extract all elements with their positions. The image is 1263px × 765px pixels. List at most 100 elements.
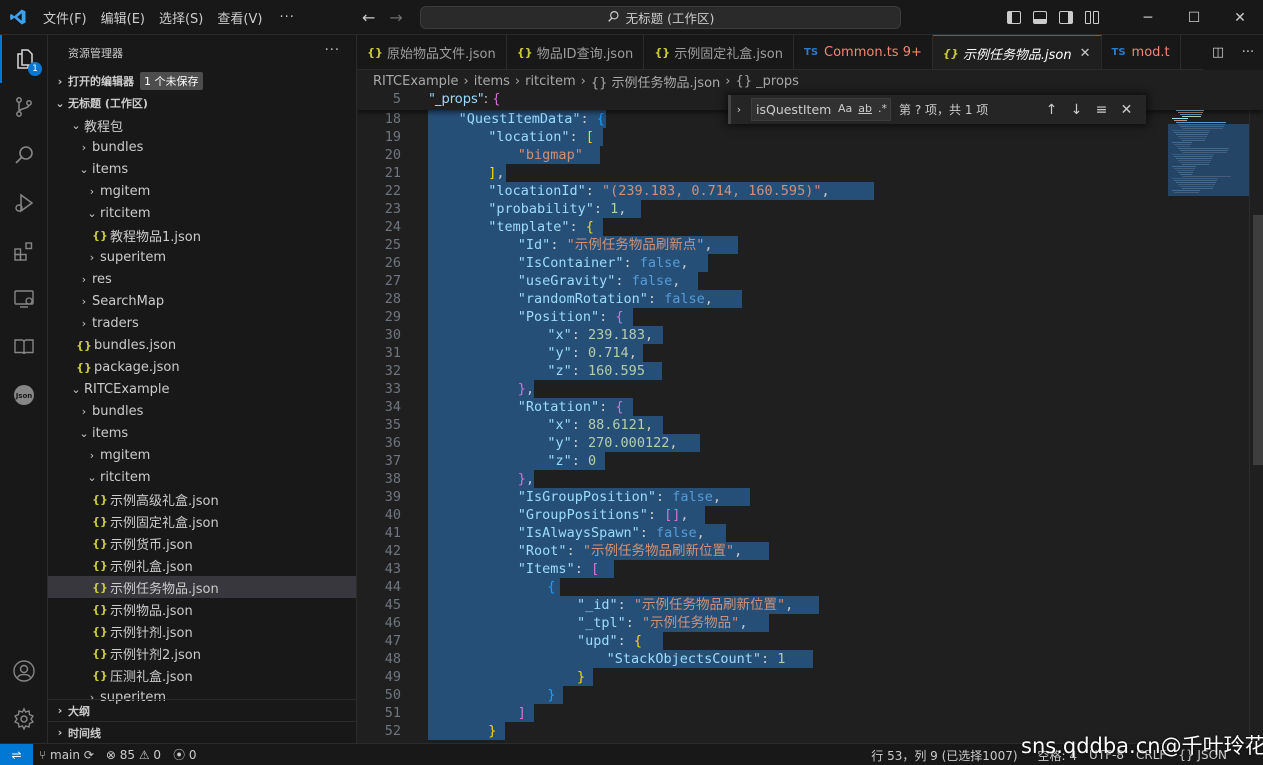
code-line[interactable]: 45 "_id": "示例任务物品刷新位置", <box>357 596 1263 614</box>
editor-tab[interactable]: {} 示例固定礼盒.json <box>644 35 794 69</box>
settings-gear-icon[interactable] <box>0 695 48 743</box>
tree-folder-item[interactable]: ⌄ 教程包 <box>48 114 356 136</box>
split-editor-icon[interactable]: ◫ <box>1212 45 1224 60</box>
match-whole-word-toggle[interactable]: ab <box>858 102 872 115</box>
tree-folder-item[interactable]: › res <box>48 268 356 290</box>
menu-more-button[interactable]: ··· <box>269 0 304 34</box>
toggle-panel-icon[interactable] <box>1033 11 1047 24</box>
tree-file-item[interactable]: {} 示例针剂2.json <box>48 642 356 664</box>
breadcrumb-item[interactable]: ritcitem <box>525 74 576 89</box>
close-find-icon[interactable]: ✕ <box>1114 102 1139 118</box>
maximize-button[interactable]: ☐ <box>1171 0 1217 35</box>
tree-file-item[interactable]: {} 示例任务物品.json <box>48 576 356 598</box>
code-line[interactable]: 47 "upd": { <box>357 632 1263 650</box>
more-actions-icon[interactable]: ··· <box>1242 45 1254 60</box>
code-line[interactable]: 50} <box>357 686 1263 704</box>
search-view-icon[interactable] <box>0 131 48 179</box>
cursor-position[interactable]: 行 53，列 9 (已选择1007) <box>865 747 1023 764</box>
code-line[interactable]: 38}, <box>357 470 1263 488</box>
breadcrumb-item[interactable]: items <box>474 74 510 89</box>
code-line[interactable]: 39 "IsGroupPosition": false, <box>357 488 1263 506</box>
tree-file-item[interactable]: {} 示例针剂.json <box>48 620 356 642</box>
code-line[interactable]: 36 "y": 270.000122, <box>357 434 1263 452</box>
code-line[interactable]: 37 "z": 0 <box>357 452 1263 470</box>
find-input[interactable]: isQuestItem Aa ab .* <box>751 98 891 121</box>
tree-file-item[interactable]: {} 示例高级礼盒.json <box>48 488 356 510</box>
tree-file-item[interactable]: {} 压测礼盒.json <box>48 664 356 686</box>
code-line[interactable]: 29 "Position": { <box>357 308 1263 326</box>
remote-indicator-icon[interactable]: ⇌ <box>0 743 33 765</box>
code-line[interactable]: 32 "z": 160.595 <box>357 362 1263 380</box>
git-branch[interactable]: ⑂ main ⟳ <box>33 748 100 762</box>
tree-file-item[interactable]: {} 示例礼盒.json <box>48 554 356 576</box>
code-line[interactable]: 43 "Items": [ <box>357 560 1263 578</box>
extensions-icon[interactable] <box>0 227 48 275</box>
code-line[interactable]: 42 "Root": "示例任务物品刷新位置", <box>357 542 1263 560</box>
code-line[interactable]: 46 "_tpl": "示例任务物品", <box>357 614 1263 632</box>
next-match-icon[interactable]: ↓ <box>1064 102 1089 118</box>
tree-folder-item[interactable]: ⌄ ritcitem <box>48 466 356 488</box>
tree-file-item[interactable]: {} bundles.json <box>48 334 356 356</box>
tree-folder-item[interactable]: › traders <box>48 312 356 334</box>
code-line[interactable]: 44 { <box>357 578 1263 596</box>
tree-folder-item[interactable]: › mgitem <box>48 180 356 202</box>
breadcrumb-item[interactable]: {} _props <box>735 74 798 89</box>
run-and-debug-icon[interactable] <box>0 179 48 227</box>
breadcrumb-item[interactable]: RITCExample <box>373 74 459 89</box>
code-line[interactable]: 41 "IsAlwaysSpawn": false, <box>357 524 1263 542</box>
toggle-secondary-sidebar-icon[interactable] <box>1059 11 1073 24</box>
breadcrumb-item[interactable]: {} 示例任务物品.json <box>591 72 720 91</box>
command-center-search[interactable]: 无标题 (工作区) <box>420 6 901 29</box>
use-regex-toggle[interactable]: .* <box>878 102 887 115</box>
tree-folder-item[interactable]: › bundles <box>48 400 356 422</box>
tree-file-item[interactable]: {} 教程物品1.json <box>48 224 356 246</box>
code-line[interactable]: 34 "Rotation": { <box>357 398 1263 416</box>
minimap-slider[interactable] <box>1168 124 1249 196</box>
code-line[interactable]: 35 "x": 88.6121, <box>357 416 1263 434</box>
customize-layout-icon[interactable] <box>1085 11 1099 24</box>
problems-indicator[interactable]: ⊗ 85 ⚠ 0 <box>100 748 167 762</box>
code-line[interactable]: 24 "template": { <box>357 218 1263 236</box>
editor-tab[interactable]: TS mod.t <box>1102 35 1181 69</box>
code-line[interactable]: 28 "randomRotation": false, <box>357 290 1263 308</box>
ports-indicator[interactable]: ⦿ 0 <box>167 746 202 763</box>
editor-tab[interactable]: {} 物品ID查询.json <box>507 35 645 69</box>
editor-tab[interactable]: {} 示例任务物品.json ✕ <box>932 35 1102 69</box>
tree-file-item[interactable]: {} 示例货币.json <box>48 532 356 554</box>
code-line[interactable]: 40 "GroupPositions": [], <box>357 506 1263 524</box>
json-extension-icon[interactable]: Json <box>0 371 48 419</box>
code-line[interactable]: 30 "x": 239.183, <box>357 326 1263 344</box>
code-line[interactable]: 25 "Id": "示例任务物品刷新点", <box>357 236 1263 254</box>
toggle-primary-sidebar-icon[interactable] <box>1007 11 1021 24</box>
tree-folder-item[interactable]: › superitem <box>48 246 356 268</box>
explorer-more-button[interactable]: ··· <box>325 43 340 58</box>
code-line[interactable]: 20 "bigmap" <box>357 146 1263 164</box>
timeline-section[interactable]: › 时间线 <box>48 721 356 743</box>
workspace-section[interactable]: ⌄ 无标题 (工作区) <box>48 92 356 114</box>
code-line[interactable]: 22 "locationId": "(239.183, 0.714, 160.59… <box>357 182 1263 200</box>
tree-folder-item[interactable]: › SearchMap <box>48 290 356 312</box>
menu-edit[interactable]: 编辑(E) <box>94 0 152 34</box>
remote-explorer-icon[interactable] <box>0 275 48 323</box>
minimize-button[interactable]: ─ <box>1125 0 1171 35</box>
code-line[interactable]: 31 "y": 0.714, <box>357 344 1263 362</box>
editor-tab[interactable]: TS Common.ts 9+ <box>794 35 933 69</box>
match-case-toggle[interactable]: Aa <box>838 102 852 115</box>
toggle-replace-chevron-icon[interactable]: › <box>731 103 747 116</box>
code-line[interactable]: 21], <box>357 164 1263 182</box>
account-icon[interactable] <box>0 647 48 695</box>
tree-file-item[interactable]: {} 示例物品.json <box>48 598 356 620</box>
tree-folder-item[interactable]: ⌄ items <box>48 158 356 180</box>
find-in-selection-icon[interactable]: ≡ <box>1089 102 1114 118</box>
code-line[interactable]: 26 "IsContainer": false, <box>357 254 1263 272</box>
tree-folder-item[interactable]: ⌄ items <box>48 422 356 444</box>
tree-file-item[interactable]: {} package.json <box>48 356 356 378</box>
code-line[interactable]: 19 "location": [ <box>357 128 1263 146</box>
outline-section[interactable]: › 大纲 <box>48 699 356 721</box>
menu-selection[interactable]: 选择(S) <box>152 0 210 34</box>
menu-file[interactable]: 文件(F) <box>36 0 94 34</box>
close-window-button[interactable]: ✕ <box>1217 0 1263 35</box>
explorer-icon[interactable]: 1 <box>0 35 48 83</box>
code-line[interactable]: 49} <box>357 668 1263 686</box>
scrollbar-thumb[interactable] <box>1253 215 1263 465</box>
